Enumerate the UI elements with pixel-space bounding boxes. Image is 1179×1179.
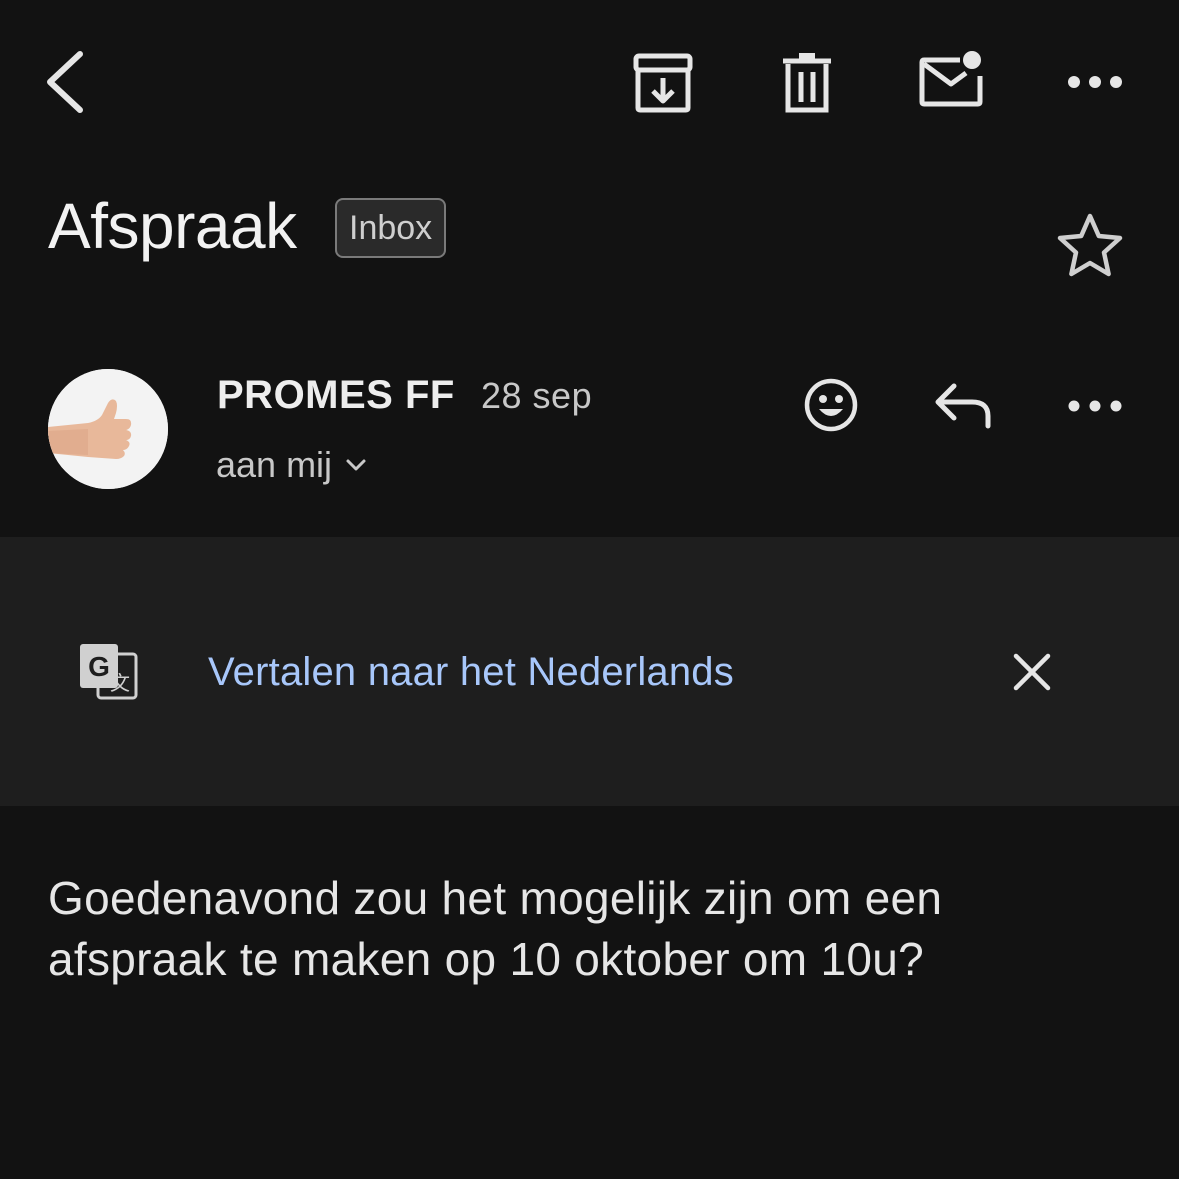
more-options-icon[interactable] <box>1060 62 1130 102</box>
trash-icon[interactable] <box>773 48 841 118</box>
star-icon[interactable] <box>1054 210 1126 282</box>
email-subject: Afspraak <box>48 190 297 262</box>
translate-link[interactable]: Vertalen naar het Nederlands <box>208 646 734 698</box>
back-icon[interactable] <box>36 44 100 120</box>
reply-icon[interactable] <box>932 380 996 432</box>
label-badge[interactable]: Inbox <box>335 198 447 258</box>
thumbs-up-icon <box>48 369 168 489</box>
recipient-details-toggle[interactable]: aan mij <box>216 440 368 490</box>
archive-icon[interactable] <box>628 48 698 118</box>
message-body: Goedenavond zou het mogelijk zijn om een… <box>48 872 943 985</box>
chevron-down-icon <box>344 453 368 477</box>
sender-avatar[interactable] <box>48 369 168 489</box>
sender-name[interactable]: PROMES FF <box>217 370 455 420</box>
google-translate-icon: G 文 <box>76 640 140 704</box>
message-more-options-icon[interactable] <box>1060 386 1130 426</box>
recipient-label: aan mij <box>216 444 333 485</box>
svg-text:G: G <box>88 651 110 682</box>
close-icon[interactable] <box>1008 648 1056 696</box>
sent-date: 28 sep <box>481 375 593 416</box>
svg-text:文: 文 <box>110 671 130 695</box>
mark-unread-icon[interactable] <box>914 46 988 116</box>
emoji-reaction-icon[interactable] <box>803 377 859 433</box>
